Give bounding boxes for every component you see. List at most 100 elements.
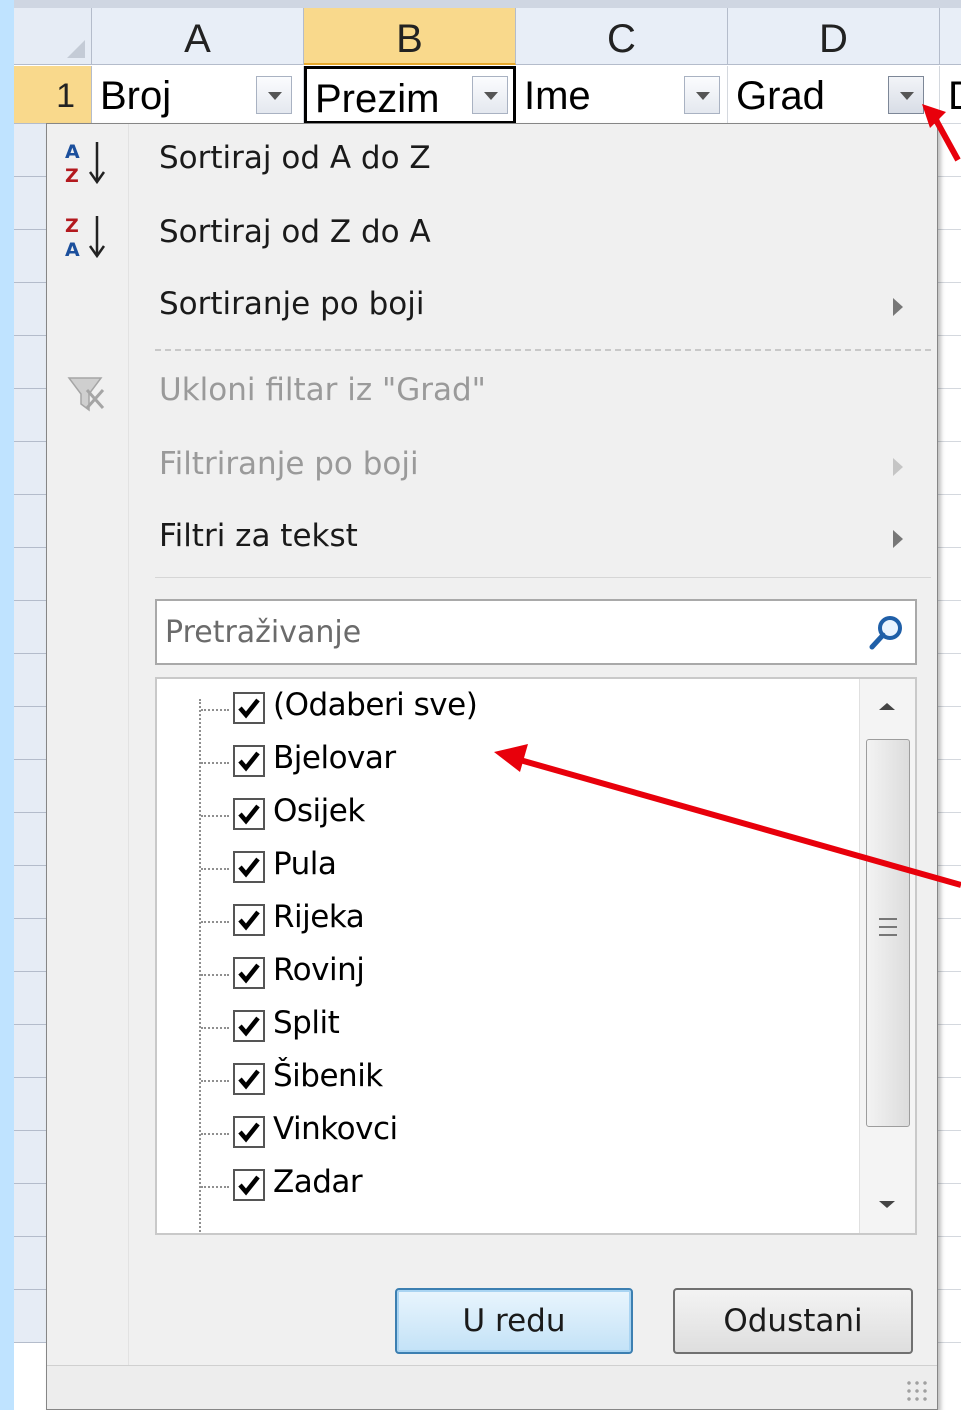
scroll-up-button[interactable] xyxy=(860,679,915,729)
column-header-d[interactable]: D xyxy=(728,8,940,65)
search-box[interactable] xyxy=(155,599,917,665)
select-all-corner[interactable] xyxy=(14,8,92,65)
menu-item-text-filters[interactable]: Filtri za tekst xyxy=(47,508,935,572)
checkmark-icon xyxy=(238,1122,260,1143)
search-input[interactable] xyxy=(157,601,847,663)
tree-connector xyxy=(201,921,229,923)
filter-value-label: Rovinj xyxy=(273,952,365,988)
filter-dropdown-ime[interactable] xyxy=(684,76,720,114)
filter-value-label: Osijek xyxy=(273,793,365,829)
tree-connector xyxy=(201,709,229,711)
select-all-item[interactable]: (Odaberi sve) xyxy=(201,683,841,731)
row-header[interactable]: 1 xyxy=(14,66,92,124)
tree-connector xyxy=(201,815,229,817)
checkmark-icon xyxy=(238,857,260,878)
filter-value-item[interactable]: Zadar xyxy=(201,1160,841,1208)
menu-item-filter-by-color: Filtriranje po boji xyxy=(47,436,935,500)
submenu-arrow-icon xyxy=(893,298,903,316)
autofilter-menu: A Z Sortiraj od A do Z Z A Sortiraj od Z… xyxy=(46,123,938,1410)
filter-value-label: Bjelovar xyxy=(273,740,396,776)
menu-item-sort-by-color[interactable]: Sortiranje po boji xyxy=(47,276,935,340)
menu-item-label: Sortiraj od Z do A xyxy=(159,214,431,250)
checkmark-icon xyxy=(238,751,260,772)
filter-value-item[interactable]: Vinkovci xyxy=(201,1107,841,1155)
checkmark-icon xyxy=(238,1069,260,1090)
menu-item-sort-az[interactable]: A Z Sortiraj od A do Z xyxy=(47,130,935,194)
filter-value-item[interactable]: Rovinj xyxy=(201,948,841,996)
filter-value-label: Split xyxy=(273,1005,340,1041)
checkbox[interactable] xyxy=(233,851,265,883)
checkbox[interactable] xyxy=(233,1010,265,1042)
svg-text:Z: Z xyxy=(65,215,79,237)
filter-value-label: Pula xyxy=(273,846,337,882)
checkmark-icon xyxy=(238,1175,260,1196)
tree-connector xyxy=(201,1186,229,1188)
filter-value-label: (Odaberi sve) xyxy=(273,687,478,723)
checkmark-icon xyxy=(238,698,260,719)
scroll-thumb[interactable] xyxy=(866,739,910,1127)
checkbox[interactable] xyxy=(233,745,265,777)
checkbox[interactable] xyxy=(233,1063,265,1095)
submenu-arrow-icon xyxy=(893,458,903,476)
menu-separator xyxy=(155,577,931,578)
filter-value-item[interactable]: Pula xyxy=(201,842,841,890)
column-header-e[interactable] xyxy=(940,8,961,65)
svg-text:Z: Z xyxy=(65,165,79,187)
tree-connector xyxy=(201,1027,229,1029)
menu-separator xyxy=(155,349,931,351)
menu-item-label: Ukloni filtar iz "Grad" xyxy=(159,372,486,408)
checkmark-icon xyxy=(238,963,260,984)
checkbox[interactable] xyxy=(233,1169,265,1201)
filter-value-item[interactable]: Rijeka xyxy=(201,895,841,943)
tree-connector xyxy=(201,974,229,976)
filter-value-label: Šibenik xyxy=(273,1058,383,1094)
list-scrollbar[interactable] xyxy=(859,679,915,1233)
tree-connector xyxy=(201,1080,229,1082)
scroll-grip-icon xyxy=(879,918,897,936)
filter-dropdown-broj[interactable] xyxy=(256,76,292,114)
resize-grip-icon[interactable] xyxy=(905,1379,929,1403)
filter-value-item[interactable]: Split xyxy=(201,1001,841,1049)
filter-value-item[interactable]: Bjelovar xyxy=(201,736,841,784)
filter-dropdown-grad[interactable] xyxy=(888,76,924,114)
menu-item-label: Sortiranje po boji xyxy=(159,286,425,322)
svg-text:A: A xyxy=(65,141,80,163)
checkbox[interactable] xyxy=(233,957,265,989)
checkbox[interactable] xyxy=(233,798,265,830)
tree-connector xyxy=(201,1133,229,1135)
left-background-strip xyxy=(0,0,14,1410)
clear-filter-icon xyxy=(67,377,105,412)
menu-item-sort-za[interactable]: Z A Sortiraj od Z do A xyxy=(47,204,935,268)
filter-value-item[interactable]: Šibenik xyxy=(201,1054,841,1102)
filter-value-label: Rijeka xyxy=(273,899,365,935)
ok-button[interactable]: U redu xyxy=(395,1288,633,1354)
checkmark-icon xyxy=(238,1016,260,1037)
filter-value-label: Zadar xyxy=(273,1164,363,1200)
checkbox[interactable] xyxy=(233,904,265,936)
column-header-a[interactable]: A xyxy=(92,8,304,65)
menu-item-label: Sortiraj od A do Z xyxy=(159,140,431,176)
tree-connector xyxy=(201,762,229,764)
header-cell-next[interactable]: D xyxy=(940,66,961,124)
menu-item-clear-filter: Ukloni filtar iz "Grad" xyxy=(47,362,935,426)
scroll-down-button[interactable] xyxy=(860,1183,915,1233)
checkmark-icon xyxy=(238,910,260,931)
checkmark-icon xyxy=(238,804,260,825)
cancel-button[interactable]: Odustani xyxy=(673,1288,913,1354)
menu-item-label: Filtri za tekst xyxy=(159,518,358,554)
sort-descending-icon: Z A xyxy=(65,215,106,261)
filter-dropdown-prezime[interactable] xyxy=(472,76,508,114)
column-header-b[interactable]: B xyxy=(304,8,516,65)
submenu-arrow-icon xyxy=(893,530,903,548)
sort-ascending-icon: A Z xyxy=(65,141,106,187)
tree-connector xyxy=(201,868,229,870)
filter-value-item[interactable]: Osijek xyxy=(201,789,841,837)
checkbox[interactable] xyxy=(233,1116,265,1148)
svg-text:A: A xyxy=(65,239,80,261)
checkbox[interactable] xyxy=(233,692,265,724)
ribbon-edge xyxy=(14,0,961,8)
magnifier-icon[interactable] xyxy=(867,613,907,653)
filter-value-label: Vinkovci xyxy=(273,1111,398,1147)
menu-item-label: Filtriranje po boji xyxy=(159,446,419,482)
column-header-c[interactable]: C xyxy=(516,8,728,65)
